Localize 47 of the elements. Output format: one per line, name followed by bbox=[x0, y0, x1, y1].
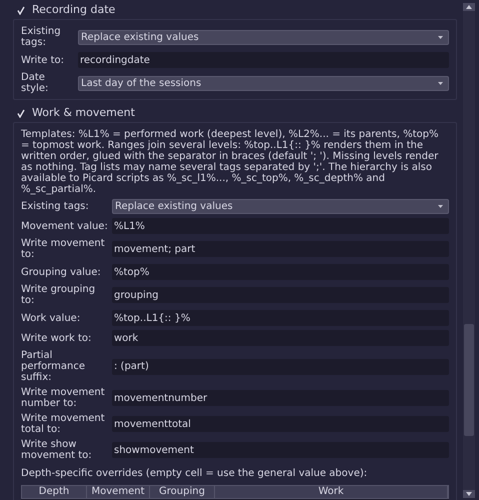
caret-up-icon bbox=[466, 5, 472, 9]
input-field[interactable]: grouping bbox=[112, 287, 449, 303]
field-label: Work value: bbox=[21, 312, 82, 324]
scrollbar[interactable] bbox=[463, 3, 475, 498]
group-title: Recording date bbox=[32, 2, 116, 18]
column-header[interactable]: Work bbox=[215, 486, 448, 498]
input-field[interactable]: : (part) bbox=[112, 358, 449, 374]
description-text: Templates: %L1% = performed work (deepest level), %L2%... = its parents, %top% = topmost work. Ranges join several levels: %top..L1{:: }% renders them in the written order, glued with the separator in braces (default '; '). Missing levels render as nothing. Tag lists may name several tags separated by ';'. The hierarchy is also available to Picard scripts as %_sc_l1%..., %_sc_top%, %_sc_depth% and %_sc_partial%. bbox=[21, 129, 440, 195]
field-label: Write grouping to: bbox=[21, 284, 96, 306]
field-label: Date style: bbox=[21, 72, 50, 94]
column-header[interactable]: Grouping bbox=[150, 486, 215, 498]
caret-down-icon bbox=[438, 205, 443, 208]
input-field[interactable]: %L1% bbox=[112, 218, 449, 234]
field-label: Existing tags: bbox=[21, 201, 90, 212]
caret-down-icon bbox=[466, 492, 472, 496]
scroll-up-button[interactable] bbox=[463, 3, 475, 11]
input-field[interactable]: movementtotal bbox=[112, 416, 449, 432]
dropdown[interactable]: Replace existing values bbox=[112, 199, 449, 214]
group-checkbox[interactable] bbox=[16, 4, 26, 16]
field-label: Write movement number to: bbox=[21, 387, 106, 409]
field-label: Partial performance suffix: bbox=[21, 350, 86, 383]
field-label: Movement value: bbox=[21, 220, 109, 232]
input-field[interactable]: movement; part bbox=[112, 241, 449, 257]
scroll-thumb[interactable] bbox=[464, 324, 474, 436]
field-label: Write to: bbox=[21, 54, 65, 66]
field-label: Grouping value: bbox=[21, 266, 102, 278]
field-label: Write show movement to: bbox=[21, 439, 93, 461]
input-field[interactable]: work bbox=[112, 330, 449, 346]
input-field[interactable]: %top..L1{:: }% bbox=[112, 310, 449, 326]
group-checkbox[interactable] bbox=[16, 107, 26, 119]
column-header[interactable]: Movement bbox=[87, 486, 150, 498]
table-caption: Depth-specific overrides (empty cell = use the general value above): bbox=[21, 467, 368, 481]
column-header[interactable]: Depth bbox=[22, 486, 87, 498]
field-label: Existing tags: bbox=[21, 26, 62, 48]
dropdown[interactable]: Replace existing values bbox=[78, 30, 449, 44]
scroll-down-button[interactable] bbox=[463, 490, 475, 498]
dropdown[interactable]: Last day of the sessions bbox=[78, 76, 449, 90]
caret-down-icon bbox=[438, 82, 443, 84]
input-field[interactable]: movementnumber bbox=[112, 390, 449, 406]
field-label: Write movement total to: bbox=[21, 413, 106, 435]
input-field[interactable]: %top% bbox=[112, 264, 449, 280]
group-title: Work & movement bbox=[32, 104, 135, 121]
input-field[interactable]: showmovement bbox=[112, 442, 449, 458]
field-label: Write movement to: bbox=[21, 238, 106, 260]
caret-down-icon bbox=[438, 36, 443, 38]
field-label: Write work to: bbox=[21, 332, 92, 344]
input-field[interactable]: recordingdate bbox=[78, 52, 449, 68]
